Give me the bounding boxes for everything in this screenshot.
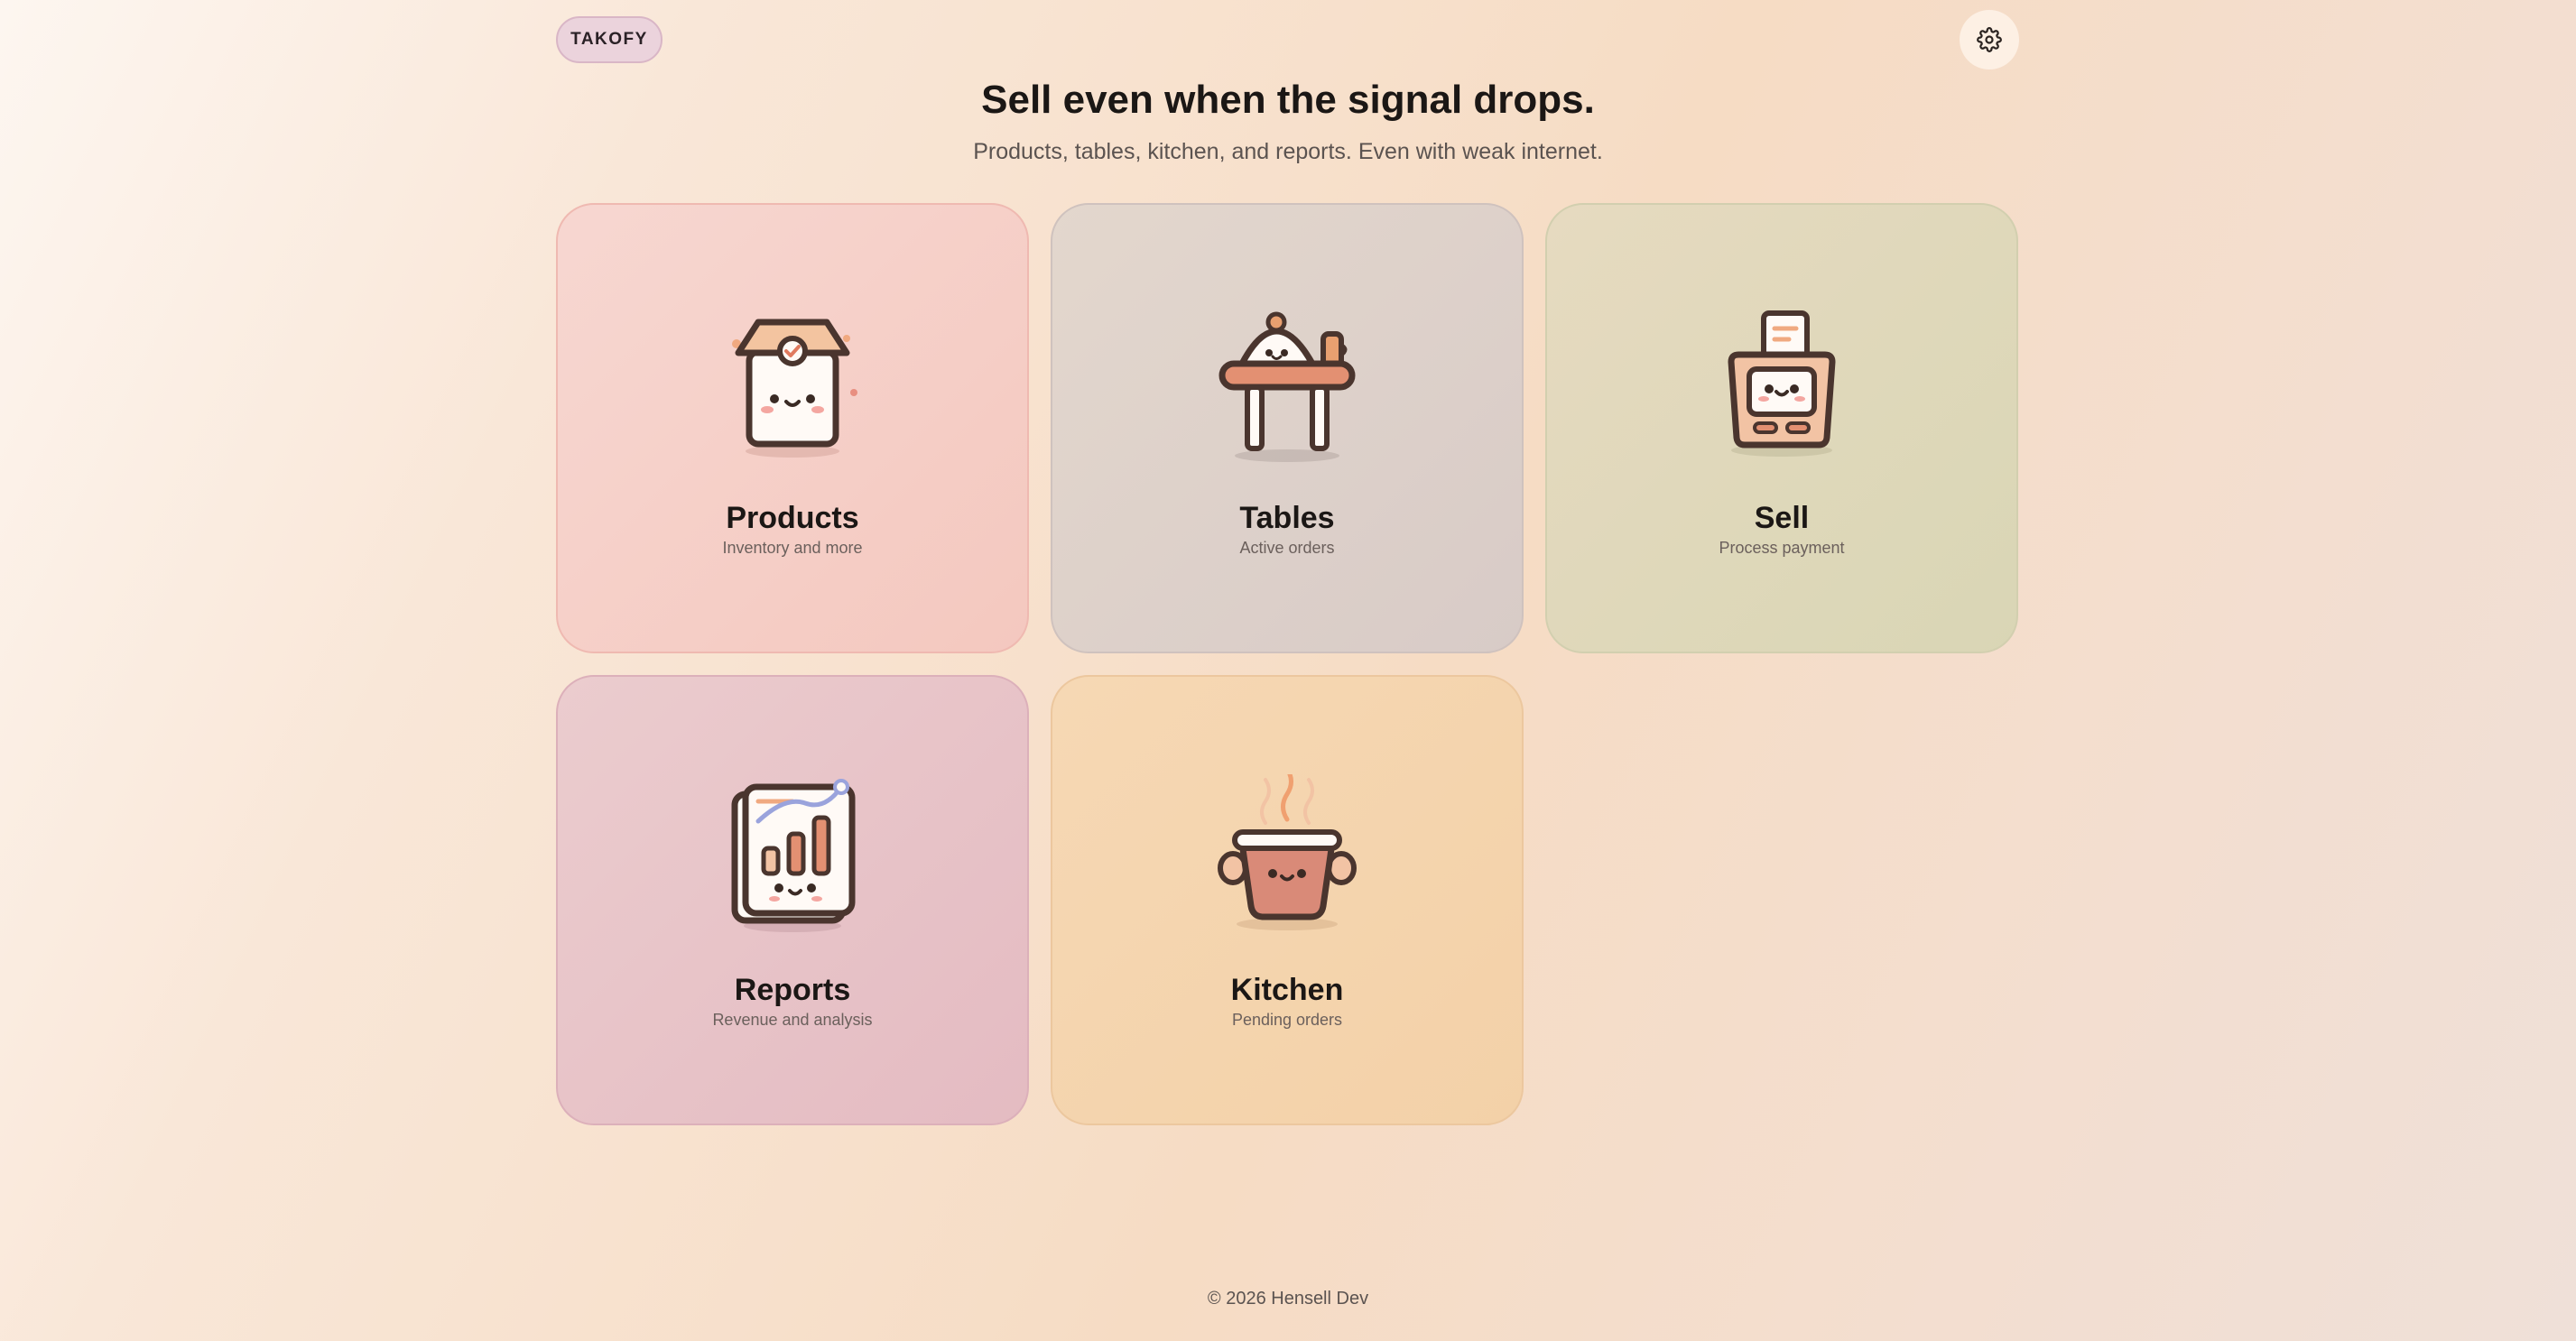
page-subtitle: Products, tables, kitchen, and reports. … — [973, 139, 1603, 164]
settings-button[interactable] — [1960, 10, 2019, 69]
pos-terminal-icon — [1728, 310, 1836, 457]
pot-icon — [1218, 774, 1357, 930]
footer-copyright: © 2026 Hensell Dev — [1207, 1289, 1369, 1309]
chart-icon — [731, 779, 856, 932]
products-card[interactable]: Products Inventory and more — [556, 203, 1029, 653]
tables-card[interactable]: Tables Active orders — [1051, 203, 1524, 653]
products-title: Products — [726, 501, 859, 535]
gear-icon — [1977, 27, 2002, 52]
kitchen-description: Pending orders — [1231, 1011, 1343, 1029]
page-title: Sell even when the signal drops. — [981, 78, 1595, 122]
sell-description: Process payment — [1719, 539, 1845, 557]
reports-title: Reports — [734, 973, 851, 1007]
tables-description: Active orders — [1239, 539, 1335, 557]
kitchen-card[interactable]: Kitchen Pending orders — [1051, 675, 1524, 1125]
kitchen-title: Kitchen — [1230, 973, 1344, 1007]
table-icon — [1219, 311, 1356, 462]
tables-title: Tables — [1239, 501, 1335, 535]
brand-badge: TAKOFY — [556, 16, 663, 63]
box-icon — [732, 319, 857, 458]
products-description: Inventory and more — [722, 539, 863, 557]
sell-card[interactable]: Sell Process payment — [1545, 203, 2018, 653]
reports-description: Revenue and analysis — [712, 1011, 873, 1029]
brand-label: TAKOFY — [570, 30, 648, 49]
sell-title: Sell — [1754, 501, 1810, 535]
reports-card[interactable]: Reports Revenue and analysis — [556, 675, 1029, 1125]
